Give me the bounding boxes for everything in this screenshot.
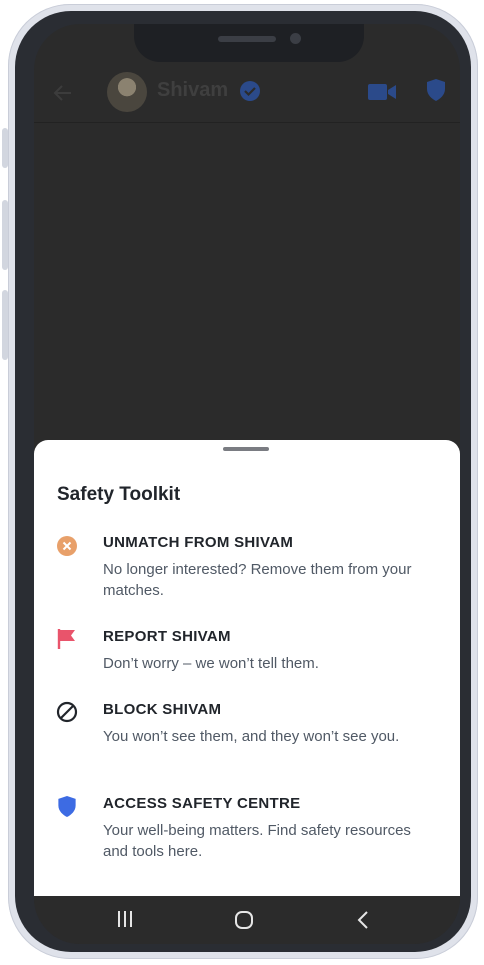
phone-side-button xyxy=(2,200,8,270)
option-title: UNMATCH FROM SHIVAM xyxy=(103,534,294,551)
block-option[interactable]: BLOCK SHIVAM You won’t see them, and the… xyxy=(34,701,460,771)
video-camera-icon[interactable] xyxy=(367,82,397,102)
option-description: Don’t worry – we won’t tell them. xyxy=(103,655,319,672)
option-title: BLOCK SHIVAM xyxy=(103,701,222,718)
phone-side-button xyxy=(2,290,8,360)
drag-handle[interactable] xyxy=(223,447,269,451)
speaker xyxy=(218,36,276,42)
shield-icon[interactable] xyxy=(425,78,447,102)
sheet-title: Safety Toolkit xyxy=(57,484,181,505)
flag-icon xyxy=(57,629,75,649)
option-description: Your well-being matters. Find safety res… xyxy=(103,822,411,860)
safety-toolkit-sheet: Safety Toolkit UNMATCH FROM SHIVAM No lo… xyxy=(34,440,460,896)
contact-name[interactable]: Shivam xyxy=(157,79,228,102)
shield-icon xyxy=(58,795,76,818)
unmatch-option[interactable]: UNMATCH FROM SHIVAM No longer interested… xyxy=(34,534,460,604)
home-icon[interactable] xyxy=(233,909,255,931)
verified-badge-icon xyxy=(240,81,260,101)
chat-header: Shivam xyxy=(34,66,460,123)
safety-centre-option[interactable]: ACCESS SAFETY CENTRE Your well-being mat… xyxy=(34,795,460,865)
phone-screen: Shivam Safety Toolkit UNMATCH FROM SHIVA… xyxy=(34,24,460,944)
recents-icon[interactable] xyxy=(115,910,135,928)
arrow-left-icon[interactable] xyxy=(52,82,74,104)
option-title: REPORT SHIVAM xyxy=(103,628,231,645)
option-description: No longer interested? Remove them from y… xyxy=(103,561,412,599)
phone-side-button xyxy=(2,128,8,168)
avatar[interactable] xyxy=(107,72,147,112)
front-camera xyxy=(290,33,301,44)
nav-back-icon[interactable] xyxy=(355,909,371,931)
option-description: You won’t see them, and they won’t see y… xyxy=(103,728,400,745)
block-icon xyxy=(56,701,78,723)
system-nav-bar xyxy=(34,896,460,944)
x-circle-icon xyxy=(57,536,77,556)
option-title: ACCESS SAFETY CENTRE xyxy=(103,795,301,812)
report-option[interactable]: REPORT SHIVAM Don’t worry – we won’t tel… xyxy=(34,628,460,678)
notch xyxy=(134,24,364,62)
